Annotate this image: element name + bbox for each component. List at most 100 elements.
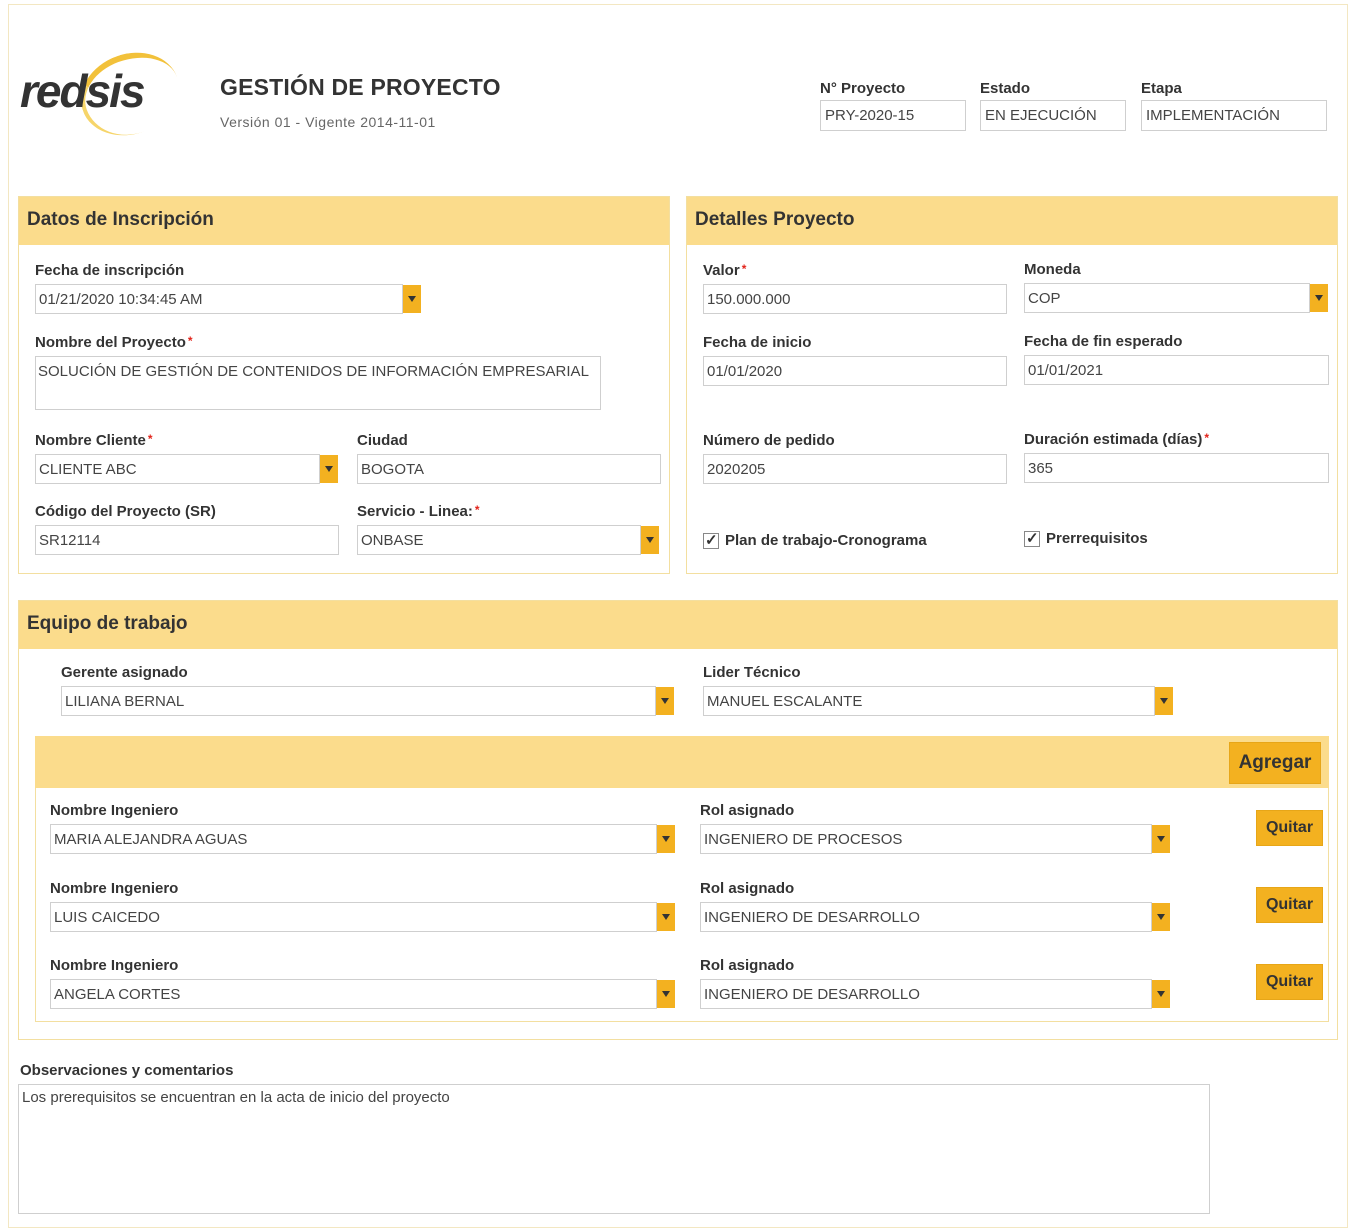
role-field: Rol asignado INGENIERO DE PROCESOS xyxy=(700,802,1170,854)
engineer-name-select[interactable]: ANGELA CORTES xyxy=(50,979,657,1009)
chevron-down-icon xyxy=(646,537,654,543)
service-line-field: Servicio - Linea: * ONBASE xyxy=(357,503,659,555)
engineer-name-select[interactable]: MARIA ALEJANDRA AGUAS xyxy=(50,824,657,854)
role-value: INGENIERO DE DESARROLLO xyxy=(704,909,920,926)
role-dropdown-button[interactable] xyxy=(1152,980,1170,1008)
currency-select[interactable]: COP xyxy=(1024,283,1310,313)
engineer-name-label: Nombre Ingeniero xyxy=(50,880,179,897)
project-name-label: Nombre del Proyecto xyxy=(35,334,186,351)
chevron-down-icon xyxy=(408,296,416,302)
inscription-date-input[interactable]: 01/21/2020 10:34:45 AM xyxy=(35,284,403,314)
engineer-dropdown-button[interactable] xyxy=(657,903,675,931)
value-input[interactable]: 150.000.000 xyxy=(703,284,1007,314)
client-name-field: Nombre Cliente * CLIENTE ABC xyxy=(35,432,338,484)
value-label-wrap: Valor * xyxy=(703,262,1007,282)
value-label: Valor xyxy=(703,262,740,279)
tech-lead-select[interactable]: MANUEL ESCALANTE xyxy=(703,686,1155,716)
order-number-input[interactable]: 2020205 xyxy=(703,454,1007,484)
end-date-input[interactable]: 01/01/2021 xyxy=(1024,355,1329,385)
inscription-date-label: Fecha de inscripción xyxy=(35,262,185,279)
chevron-down-icon xyxy=(325,466,333,472)
project-code-field: Código del Proyecto (SR) SR12114 xyxy=(35,503,339,555)
required-asterisk: * xyxy=(474,503,480,517)
details-panel-title: Detalles Proyecto xyxy=(687,197,1337,245)
city-field: Ciudad BOGOTA xyxy=(357,432,661,484)
add-engineer-button[interactable]: Agregar xyxy=(1229,742,1321,784)
client-dropdown-button[interactable] xyxy=(320,455,338,483)
engineer-name-value: MARIA ALEJANDRA AGUAS xyxy=(54,831,248,848)
logo-text: redsis xyxy=(20,65,146,117)
page-title: GESTIÓN DE PROYECTO xyxy=(220,74,501,100)
project-name-input[interactable]: SOLUCIÓN DE GESTIÓN DE CONTENIDOS DE INF… xyxy=(35,356,601,410)
manager-dropdown-button[interactable] xyxy=(656,687,674,715)
engineer-name-select[interactable]: LUIS CAICEDO xyxy=(50,902,657,932)
stage-field: Etapa IMPLEMENTACIÓN xyxy=(1141,80,1327,131)
work-plan-checkbox[interactable]: ✓ Plan de trabajo-Cronograma xyxy=(703,532,927,549)
redsis-logo: redsis xyxy=(20,39,191,149)
engineer-dropdown-button[interactable] xyxy=(657,980,675,1008)
currency-value: COP xyxy=(1028,290,1061,307)
status-value: EN EJECUCIÓN xyxy=(980,100,1126,131)
role-field: Rol asignado INGENIERO DE DESARROLLO xyxy=(700,880,1170,932)
engineers-toolbar xyxy=(35,736,1329,788)
observations-textarea[interactable]: Los prerequisitos se encuentran en la ac… xyxy=(18,1084,1210,1214)
inscription-date-dropdown-button[interactable] xyxy=(403,285,421,313)
service-line-label-wrap: Servicio - Linea: * xyxy=(357,503,641,523)
manager-value: LILIANA BERNAL xyxy=(65,693,185,710)
inscription-date-field: Fecha de inscripción 01/21/2020 10:34:45… xyxy=(35,262,421,314)
service-line-label: Servicio - Linea: xyxy=(357,503,473,520)
city-input[interactable]: BOGOTA xyxy=(357,454,661,484)
status-field: Estado EN EJECUCIÓN xyxy=(980,80,1126,131)
city-label: Ciudad xyxy=(357,432,408,449)
project-number-field: N° Proyecto PRY-2020-15 xyxy=(820,80,966,131)
role-dropdown-button[interactable] xyxy=(1152,825,1170,853)
project-code-label: Código del Proyecto (SR) xyxy=(35,503,216,520)
status-label: Estado xyxy=(980,80,1031,97)
service-line-select[interactable]: ONBASE xyxy=(357,525,641,555)
tech-lead-value: MANUEL ESCALANTE xyxy=(707,693,863,710)
chevron-down-icon xyxy=(1160,698,1168,704)
manager-select[interactable]: LILIANA BERNAL xyxy=(61,686,656,716)
engineer-name-value: ANGELA CORTES xyxy=(54,986,181,1003)
inscription-date-value: 01/21/2020 10:34:45 AM xyxy=(39,291,203,308)
client-name-label: Nombre Cliente xyxy=(35,432,146,449)
duration-label-wrap: Duración estimada (días) * xyxy=(1024,431,1329,451)
client-name-value: CLIENTE ABC xyxy=(39,461,137,478)
observations-label: Observaciones y comentarios xyxy=(20,1062,234,1079)
prerequisites-checkbox[interactable]: ✓ Prerrequisitos xyxy=(1024,530,1148,547)
role-label: Rol asignado xyxy=(700,802,795,819)
chevron-down-icon xyxy=(1157,914,1165,920)
required-asterisk: * xyxy=(147,432,153,446)
tech-lead-dropdown-button[interactable] xyxy=(1155,687,1173,715)
engineer-name-label: Nombre Ingeniero xyxy=(50,802,179,819)
remove-engineer-button[interactable]: Quitar xyxy=(1256,810,1323,846)
duration-input[interactable]: 365 xyxy=(1024,453,1329,483)
project-code-input[interactable]: SR12114 xyxy=(35,525,339,555)
currency-dropdown-button[interactable] xyxy=(1310,284,1328,312)
role-select[interactable]: INGENIERO DE DESARROLLO xyxy=(700,979,1152,1009)
chevron-down-icon xyxy=(1315,295,1323,301)
engineer-dropdown-button[interactable] xyxy=(657,825,675,853)
chevron-down-icon xyxy=(661,698,669,704)
duration-label: Duración estimada (días) xyxy=(1024,431,1203,448)
required-asterisk: * xyxy=(741,262,747,276)
client-name-select[interactable]: CLIENTE ABC xyxy=(35,454,320,484)
order-number-field: Número de pedido 2020205 xyxy=(703,432,1007,484)
role-select[interactable]: INGENIERO DE DESARROLLO xyxy=(700,902,1152,932)
role-dropdown-button[interactable] xyxy=(1152,903,1170,931)
start-date-label: Fecha de inicio xyxy=(703,334,812,351)
end-date-field: Fecha de fin esperado 01/01/2021 xyxy=(1024,333,1329,385)
checkbox-checked-icon[interactable]: ✓ xyxy=(1024,530,1040,547)
remove-engineer-button[interactable]: Quitar xyxy=(1256,964,1323,1000)
tech-lead-field: Lider Técnico MANUEL ESCALANTE xyxy=(703,664,1173,716)
tech-lead-label: Lider Técnico xyxy=(703,664,801,681)
role-field: Rol asignado INGENIERO DE DESARROLLO xyxy=(700,957,1170,1009)
role-label: Rol asignado xyxy=(700,957,795,974)
remove-engineer-button[interactable]: Quitar xyxy=(1256,887,1323,923)
start-date-input[interactable]: 01/01/2020 xyxy=(703,356,1007,386)
checkbox-checked-icon[interactable]: ✓ xyxy=(703,532,719,549)
role-select[interactable]: INGENIERO DE PROCESOS xyxy=(700,824,1152,854)
role-value: INGENIERO DE DESARROLLO xyxy=(704,986,920,1003)
chevron-down-icon xyxy=(1157,836,1165,842)
service-dropdown-button[interactable] xyxy=(641,526,659,554)
